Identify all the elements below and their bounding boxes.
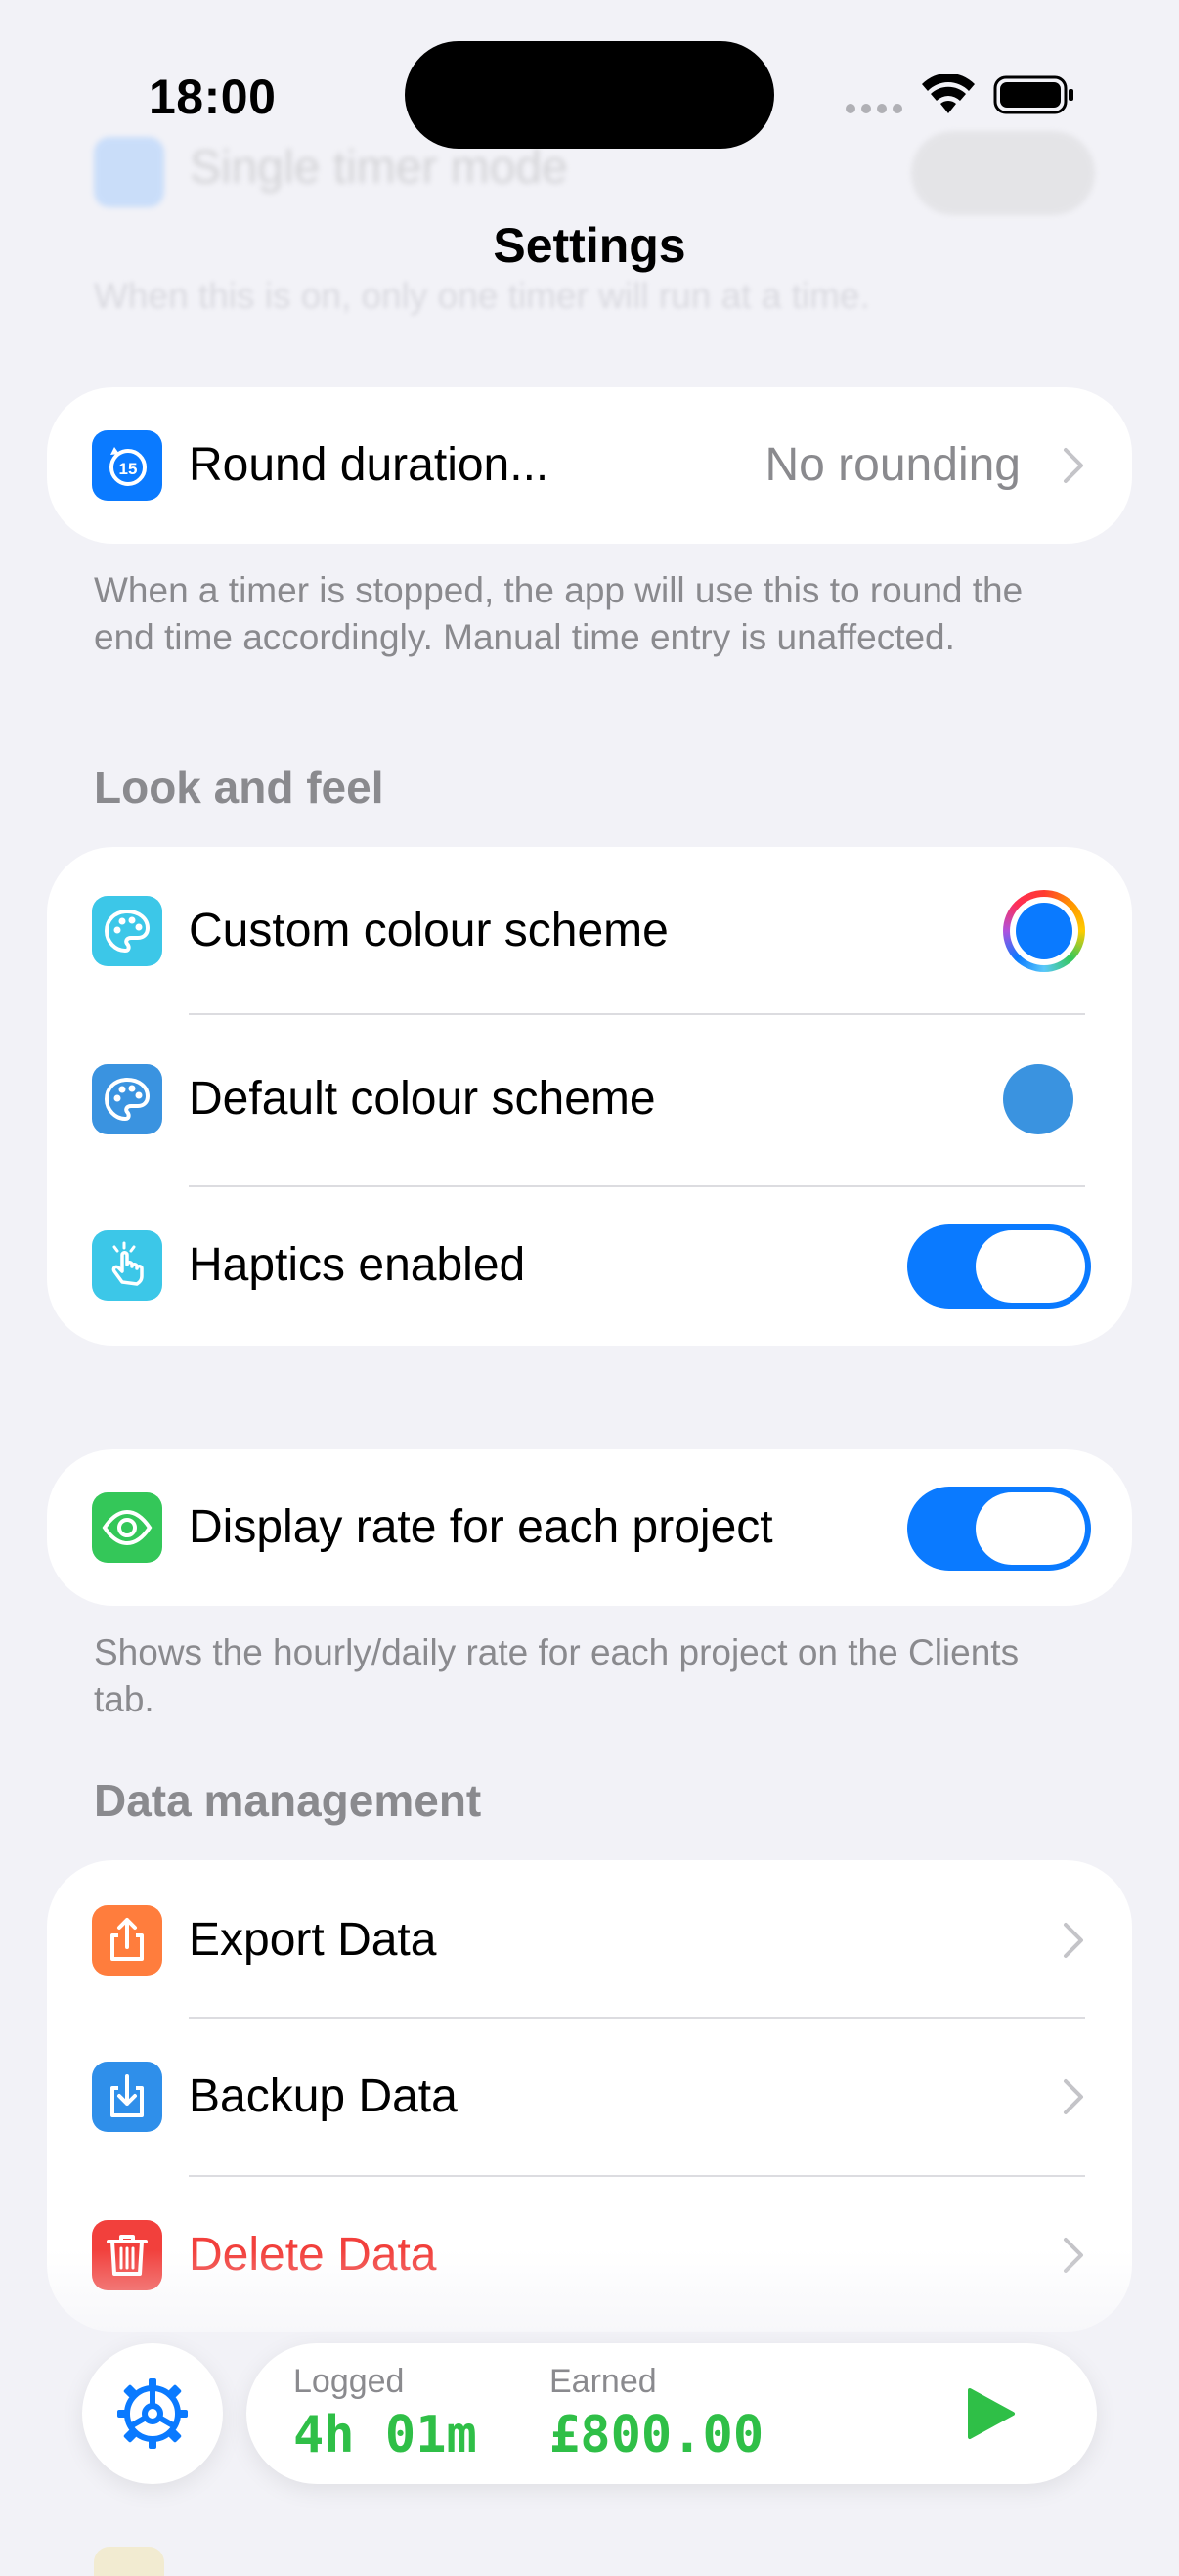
display-rate-card: Display rate for each project [47,1449,1132,1606]
custom-colour-scheme-row[interactable]: Custom colour scheme [47,847,1132,1013]
chevron-right-icon [1064,448,1083,483]
haptics-label: Haptics enabled [189,1239,526,1291]
tap-hand-icon [92,1230,162,1301]
look-and-feel-card: Custom colour scheme Default colour sche… [47,847,1132,1346]
single-timer-toggle [911,131,1095,215]
export-data-label: Export Data [189,1914,437,1966]
rounding-card: 15 Round duration... No rounding [47,387,1132,544]
display-rate-label: Display rate for each project [189,1501,773,1553]
earned-value: £800.00 [549,2406,764,2465]
earned-label: Earned [549,2363,657,2400]
backup-data-label: Backup Data [189,2070,458,2122]
backup-data-row[interactable]: Backup Data [47,2019,1132,2175]
stopwatch-icon [94,137,164,207]
export-data-row[interactable]: Export Data [47,1860,1132,2017]
page-title: Settings [493,218,686,273]
palette-icon [92,1064,162,1134]
single-timer-footnote: When this is on, only one timer will run… [94,276,870,316]
eye-icon [92,1492,162,1563]
chevron-right-icon [1064,1923,1083,1958]
palette-icon [92,896,162,966]
round-duration-label: Round duration... [189,439,549,491]
round-duration-row[interactable]: 15 Round duration... No rounding [47,387,1132,544]
colour-wheel-icon[interactable] [1003,890,1085,972]
play-icon[interactable] [964,2386,1017,2441]
display-rate-row: Display rate for each project [47,1449,1132,1606]
default-colour-scheme-label: Default colour scheme [189,1073,656,1125]
logged-label: Logged [293,2363,405,2400]
custom-colour-scheme-label: Custom colour scheme [189,905,669,956]
chevron-right-icon [1064,2079,1083,2114]
display-rate-footnote: Shows the hourly/daily rate for each pro… [94,1632,1020,1719]
settings-button[interactable] [82,2343,223,2484]
share-icon [92,1905,162,1976]
dynamic-island [405,41,774,149]
timer-15-icon: 15 [92,430,162,501]
look-and-feel-header: Look and feel [94,762,384,813]
wifi-icon [921,72,976,115]
signal-icon [845,102,903,115]
timer-summary-bar[interactable]: Logged 4h 01m Earned £800.00 [246,2343,1097,2484]
data-management-header: Data management [94,1775,482,1826]
status-time: 18:00 [149,69,277,124]
single-timer-label: Single timer mode [190,142,568,194]
download-icon [92,2062,162,2132]
logged-value: 4h 01m [293,2406,477,2465]
default-colour-scheme-row[interactable]: Default colour scheme [47,1015,1132,1185]
battery-icon [993,74,1075,115]
display-rate-toggle[interactable] [907,1487,1091,1571]
svg-text:15: 15 [119,460,138,478]
round-duration-value: No rounding [764,439,1021,491]
haptics-row: Haptics enabled [47,1187,1132,1346]
haptics-toggle[interactable] [907,1224,1091,1309]
rounding-footnote: When a timer is stopped, the app will us… [94,570,1024,657]
partial-icon-peek [94,2547,164,2576]
gear-icon [117,2378,188,2449]
colour-dot[interactable] [1003,1064,1073,1134]
